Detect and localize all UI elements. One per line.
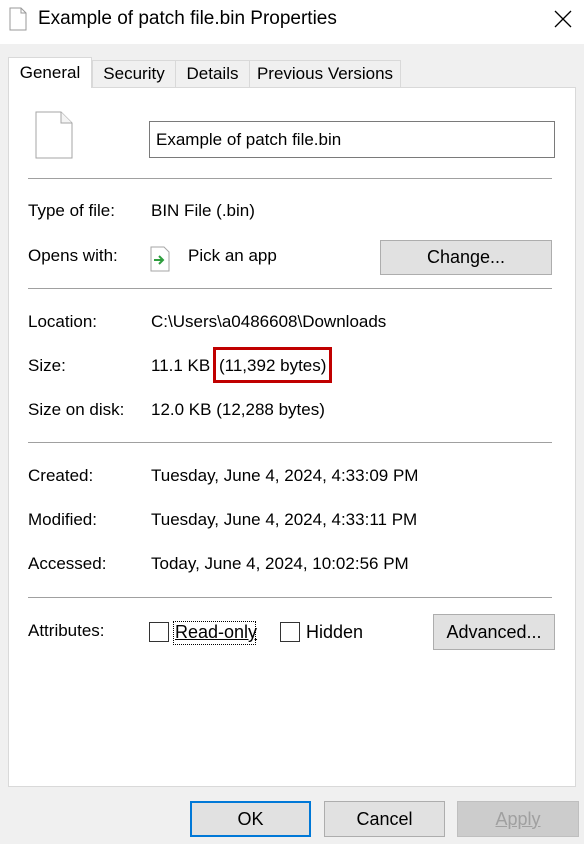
size-on-disk-value: 12.0 KB (12,288 bytes) <box>151 400 325 419</box>
type-value: BIN File (.bin) <box>151 201 255 220</box>
ok-button[interactable]: OK <box>190 801 311 837</box>
separator <box>28 597 552 598</box>
tab-details[interactable]: Details <box>175 60 250 87</box>
focus-indicator <box>173 621 256 645</box>
app-icon <box>150 246 170 272</box>
hidden-label[interactable]: Hidden <box>306 622 363 643</box>
size-label: Size: <box>28 356 66 375</box>
attributes-label: Attributes: <box>28 621 105 640</box>
location-label: Location: <box>28 312 97 331</box>
opens-with-value: Pick an app <box>188 246 277 265</box>
hidden-checkbox[interactable] <box>280 622 300 642</box>
apply-button[interactable]: Apply <box>457 801 579 837</box>
created-value: Tuesday, June 4, 2024, 4:33:09 PM <box>151 466 419 485</box>
tab-general[interactable]: General <box>8 57 92 88</box>
title-bar: Example of patch file.bin Properties <box>0 0 584 44</box>
modified-value: Tuesday, June 4, 2024, 4:33:11 PM <box>151 510 418 529</box>
separator <box>28 442 552 443</box>
accessed-value: Today, June 4, 2024, 10:02:56 PM <box>151 554 409 573</box>
general-panel <box>8 87 576 787</box>
size-value-kb: 11.1 KB <box>151 356 211 375</box>
tab-previous-versions[interactable]: Previous Versions <box>249 60 401 87</box>
change-button[interactable]: Change... <box>380 240 552 275</box>
accessed-label: Accessed: <box>28 554 107 573</box>
tab-security[interactable]: Security <box>92 60 176 87</box>
close-button[interactable] <box>546 4 580 34</box>
cancel-button[interactable]: Cancel <box>324 801 445 837</box>
modified-label: Modified: <box>28 510 97 529</box>
type-label: Type of file: <box>28 201 115 220</box>
separator <box>28 288 552 289</box>
location-value: C:\Users\a0486608\Downloads <box>151 312 387 331</box>
readonly-checkbox[interactable] <box>149 622 169 642</box>
file-name-input[interactable] <box>149 121 555 158</box>
opens-with-label: Opens with: <box>28 246 118 265</box>
file-icon <box>9 7 27 31</box>
size-on-disk-label: Size on disk: <box>28 400 125 419</box>
created-label: Created: <box>28 466 94 485</box>
file-icon <box>35 111 73 159</box>
advanced-button[interactable]: Advanced... <box>433 614 555 650</box>
window-title: Example of patch file.bin Properties <box>38 8 337 29</box>
close-icon <box>554 10 572 28</box>
separator <box>28 178 552 179</box>
highlight-box <box>213 347 332 383</box>
tab-bar: Security Details Previous Versions Gener… <box>8 57 568 88</box>
